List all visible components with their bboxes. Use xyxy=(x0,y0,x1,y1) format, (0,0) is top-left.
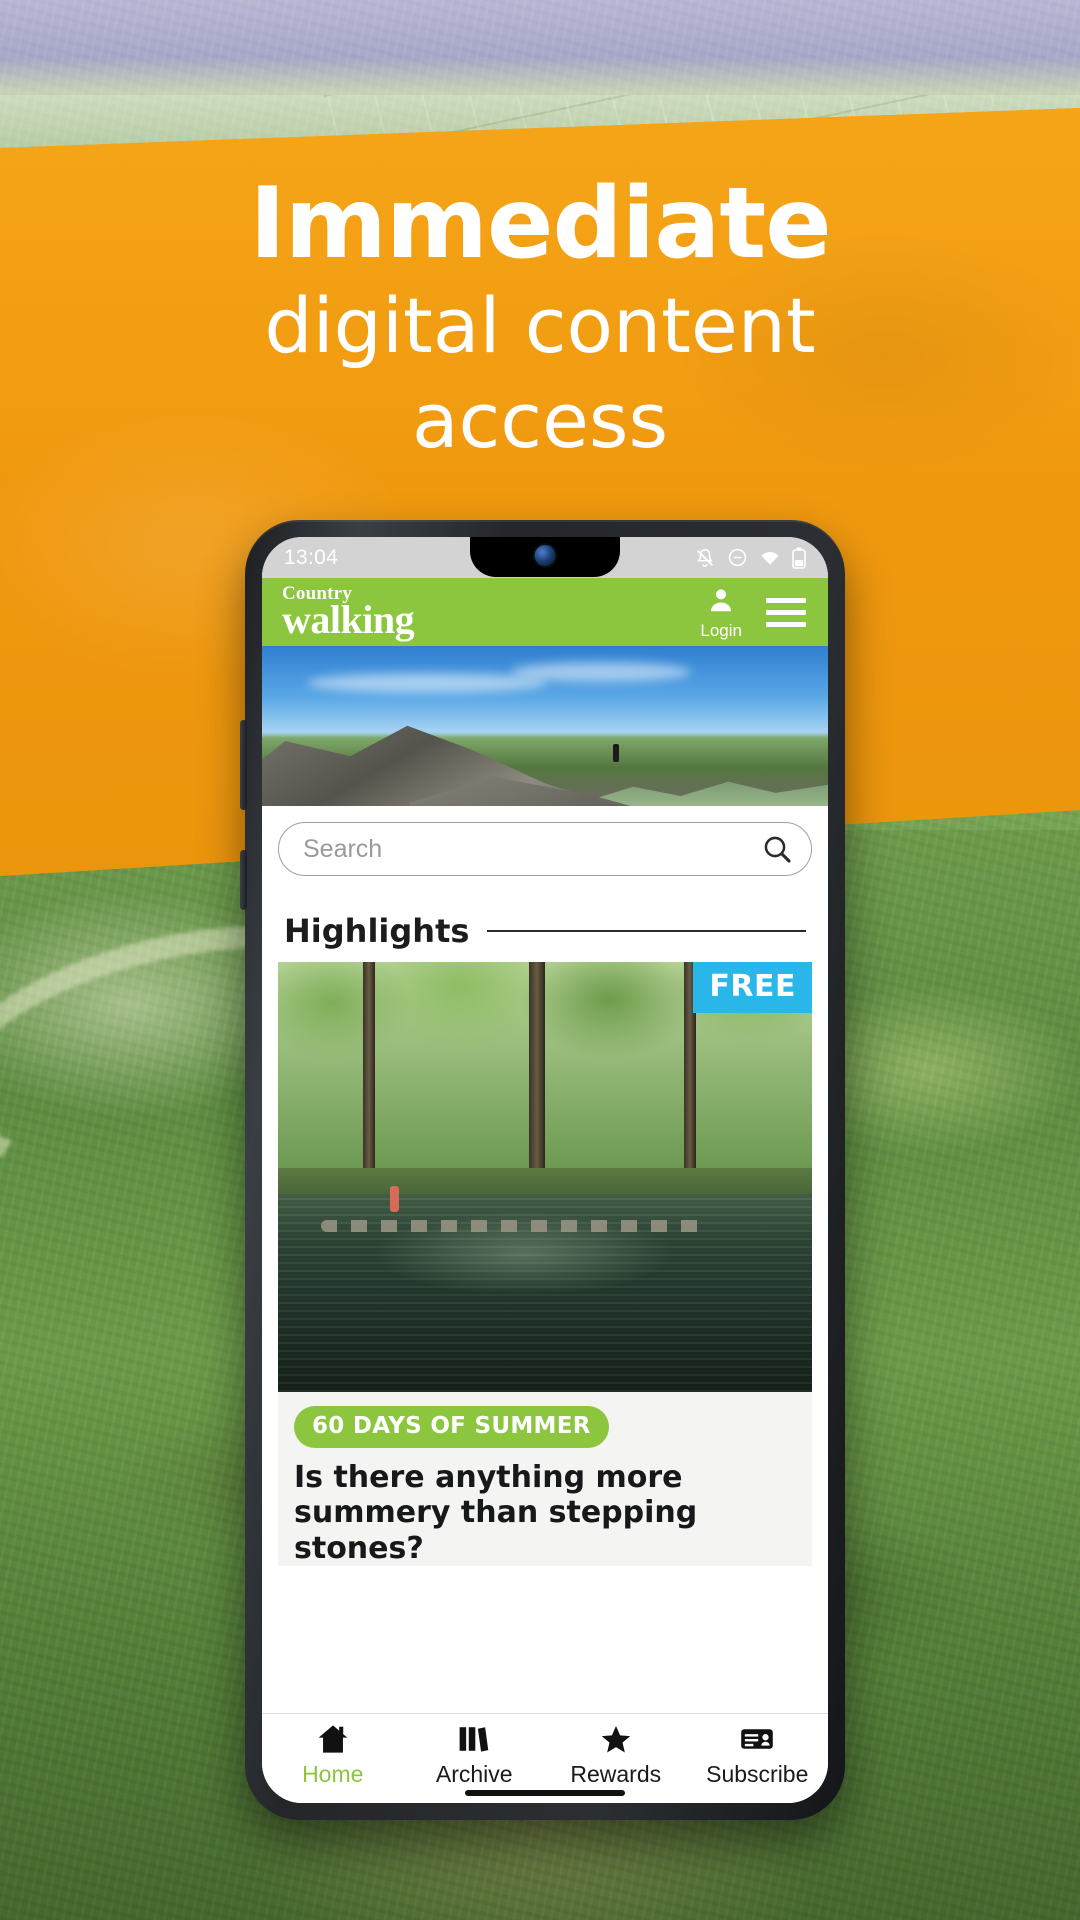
card-title[interactable]: Is there anything more summery than step… xyxy=(294,1460,796,1566)
phone-mockup: 13:04 Country walking Login Search Highl… xyxy=(240,520,845,1820)
section-divider xyxy=(487,930,806,932)
nav-label-subscribe: Subscribe xyxy=(706,1761,809,1787)
app-logo-line2: walking xyxy=(282,597,415,642)
books-icon xyxy=(459,1727,489,1752)
stepping-stones xyxy=(320,1220,706,1232)
phone-screen: 13:04 Country walking Login Search Highl… xyxy=(262,537,828,1803)
highlights-section-header: Highlights xyxy=(262,890,828,962)
app-logo[interactable]: Country walking xyxy=(282,584,415,642)
free-badge: FREE xyxy=(693,962,812,1013)
login-label: Login xyxy=(700,621,742,640)
card-image: FREE xyxy=(278,962,812,1392)
volume-button[interactable] xyxy=(240,720,247,810)
card-tag-badge[interactable]: 60 DAYS OF SUMMER xyxy=(294,1406,609,1448)
tree-trunk xyxy=(363,962,376,1195)
nav-label-rewards: Rewards xyxy=(570,1761,662,1787)
person-figure xyxy=(390,1185,400,1212)
search-input[interactable] xyxy=(303,834,695,864)
tree-trunk xyxy=(528,962,545,1195)
power-button[interactable] xyxy=(240,850,247,910)
login-button[interactable]: Login xyxy=(700,585,742,639)
nav-label-archive: Archive xyxy=(435,1761,513,1787)
search-section xyxy=(262,806,828,890)
star-icon xyxy=(601,1726,630,1753)
front-camera-icon xyxy=(534,545,556,566)
id-card-icon xyxy=(741,1729,774,1749)
hamburger-bar xyxy=(766,597,806,603)
home-indicator xyxy=(465,1790,625,1796)
cloud xyxy=(511,661,692,682)
status-bar-icons xyxy=(694,547,806,569)
nav-item-rewards[interactable]: Rewards xyxy=(545,1724,687,1788)
app-header-actions: Login xyxy=(700,585,810,639)
highlight-card[interactable]: FREE 60 DAYS OF SUMMER Is there anything… xyxy=(278,962,812,1567)
search-icon[interactable] xyxy=(761,833,793,865)
do-not-disturb-icon xyxy=(728,548,747,567)
cloud xyxy=(307,673,548,694)
nav-label-home: Home xyxy=(302,1761,364,1787)
nav-item-home[interactable]: Home xyxy=(262,1724,404,1788)
bell-off-icon xyxy=(697,548,713,567)
user-account-icon xyxy=(711,589,732,612)
status-bar-time: 13:04 xyxy=(284,545,339,569)
home-icon xyxy=(318,1725,348,1753)
section-title: Highlights xyxy=(284,912,470,950)
phone-notch xyxy=(470,537,620,577)
nav-item-archive[interactable]: Archive xyxy=(404,1724,546,1788)
hamburger-bar xyxy=(766,609,806,615)
bottom-navigation: Home Archive Rewards Subscribe xyxy=(262,1713,828,1803)
battery-icon xyxy=(792,547,806,569)
search-bar[interactable] xyxy=(278,822,812,876)
nav-item-subscribe[interactable]: Subscribe xyxy=(687,1724,829,1788)
hamburger-bar xyxy=(766,621,806,627)
app-header: Country walking Login xyxy=(262,578,828,646)
status-bar: 13:04 xyxy=(262,537,828,578)
walker-figure xyxy=(612,744,619,762)
wifi-icon xyxy=(761,551,779,565)
card-body: 60 DAYS OF SUMMER Is there anything more… xyxy=(278,1392,812,1567)
hamburger-menu-icon[interactable] xyxy=(762,594,810,631)
